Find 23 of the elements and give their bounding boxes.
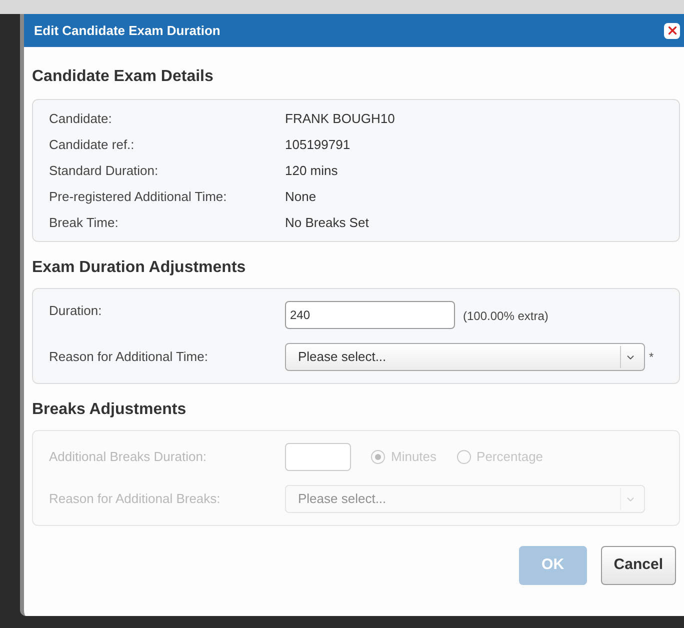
field-label: Candidate ref.: xyxy=(49,136,136,154)
field-label: Standard Duration: xyxy=(49,162,160,180)
field-label: Candidate: xyxy=(49,110,113,128)
section-heading: Candidate Exam Details xyxy=(32,67,214,87)
field-label: Duration: xyxy=(49,302,103,320)
dialog-button[interactable]: Cancel xyxy=(600,546,676,585)
detail-value: None xyxy=(285,188,316,206)
field-label: Reason for Additional Time: xyxy=(49,348,209,366)
reason-select[interactable]: Please select... xyxy=(285,343,645,371)
required-mark: * xyxy=(649,349,654,366)
section-heading: Breaks Adjustments xyxy=(32,400,188,420)
extra-percentage: (100.00% extra) xyxy=(463,308,548,325)
duration-input[interactable]: 240 xyxy=(285,301,455,329)
field-label: Pre-registered Additional Time: xyxy=(49,188,228,206)
dialog-title: Edit Candidate Exam Duration xyxy=(34,22,220,40)
detail-value: FRANK BOUGH10 xyxy=(285,110,395,128)
detail-value: No Breaks Set xyxy=(285,214,369,232)
field-label: Break Time: xyxy=(49,214,120,232)
field-label: Additional Breaks Duration: xyxy=(49,448,208,466)
section-heading: Exam Duration Adjustments xyxy=(32,258,247,278)
detail-value: 105199791 xyxy=(285,136,350,154)
field-label: Reason for Additional Breaks: xyxy=(49,490,222,508)
detail-value: 120 mins xyxy=(285,162,338,180)
